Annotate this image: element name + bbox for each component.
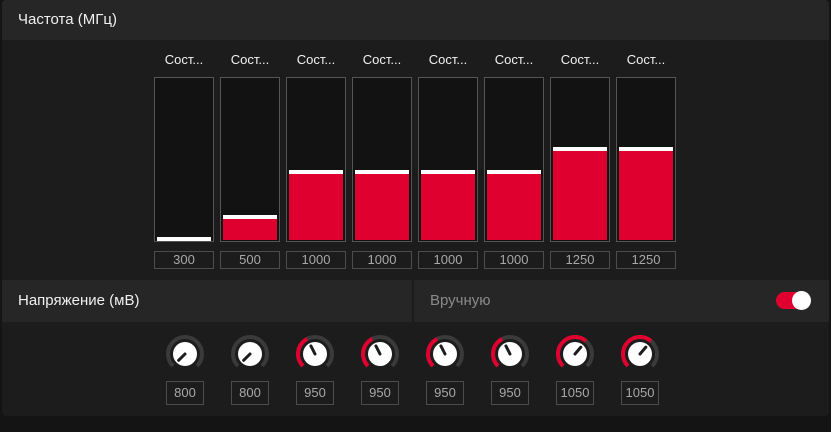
voltage-value-input[interactable]: 950 [491, 381, 529, 405]
frequency-slider-5[interactable] [418, 77, 478, 242]
state-label-6: Сост... [494, 52, 534, 67]
slider-fill [421, 173, 475, 240]
slider-fill [223, 218, 277, 240]
manual-label: Вручную [430, 292, 491, 309]
slider-fill [355, 173, 409, 240]
frequency-value-input[interactable]: 1000 [352, 251, 412, 269]
state-label-3: Сост... [296, 52, 336, 67]
voltage-knob-8[interactable] [619, 333, 661, 375]
state-label-4: Сост... [362, 52, 402, 67]
frequency-header: Частота (МГц) [2, 0, 829, 40]
slider-fill [289, 173, 343, 240]
voltage-value-input[interactable]: 950 [426, 381, 464, 405]
voltage-value-input[interactable]: 1050 [556, 381, 594, 405]
frequency-slider-7[interactable] [550, 77, 610, 242]
voltage-knob-5[interactable] [424, 333, 466, 375]
state-label-7: Сост... [560, 52, 600, 67]
frequency-value-input[interactable]: 1250 [550, 251, 610, 269]
frequency-slider-3[interactable] [286, 77, 346, 242]
slider-handle[interactable] [619, 147, 673, 151]
voltage-knob-1[interactable] [164, 333, 206, 375]
voltage-title: Напряжение (мВ) [18, 292, 140, 309]
slider-fill [553, 150, 607, 240]
frequency-value-input[interactable]: 1000 [484, 251, 544, 269]
slider-handle[interactable] [553, 147, 607, 151]
voltage-value-input[interactable]: 800 [166, 381, 204, 405]
state-label-1: Сост... [164, 52, 204, 67]
slider-handle[interactable] [289, 170, 343, 174]
voltage-value-input[interactable]: 950 [361, 381, 399, 405]
frequency-value-input[interactable]: 1000 [418, 251, 478, 269]
voltage-knob-7[interactable] [554, 333, 596, 375]
voltage-header: Напряжение (мВ) [2, 280, 412, 322]
slider-handle[interactable] [487, 170, 541, 174]
manual-header: Вручную [414, 280, 829, 322]
voltage-knob-4[interactable] [359, 333, 401, 375]
manual-toggle[interactable] [776, 291, 811, 310]
voltage-knob-6[interactable] [489, 333, 531, 375]
frequency-value-input[interactable]: 300 [154, 251, 214, 269]
slider-handle[interactable] [355, 170, 409, 174]
voltage-value-input[interactable]: 800 [231, 381, 269, 405]
state-label-5: Сост... [428, 52, 468, 67]
slider-handle[interactable] [223, 215, 277, 219]
state-label-2: Сост... [230, 52, 270, 67]
slider-handle[interactable] [157, 237, 211, 241]
slider-fill [619, 150, 673, 240]
voltage-knob-3[interactable] [294, 333, 336, 375]
frequency-slider-2[interactable] [220, 77, 280, 242]
frequency-slider-4[interactable] [352, 77, 412, 242]
slider-handle[interactable] [421, 170, 475, 174]
frequency-slider-8[interactable] [616, 77, 676, 242]
state-label-8: Сост... [626, 52, 666, 67]
frequency-value-input[interactable]: 500 [220, 251, 280, 269]
voltage-value-input[interactable]: 1050 [621, 381, 659, 405]
frequency-slider-6[interactable] [484, 77, 544, 242]
voltage-value-input[interactable]: 950 [296, 381, 334, 405]
toggle-knob [792, 291, 811, 310]
frequency-value-input[interactable]: 1250 [616, 251, 676, 269]
frequency-title: Частота (МГц) [18, 11, 117, 28]
frequency-slider-1[interactable] [154, 77, 214, 242]
slider-fill [487, 173, 541, 240]
voltage-knob-2[interactable] [229, 333, 271, 375]
frequency-value-input[interactable]: 1000 [286, 251, 346, 269]
